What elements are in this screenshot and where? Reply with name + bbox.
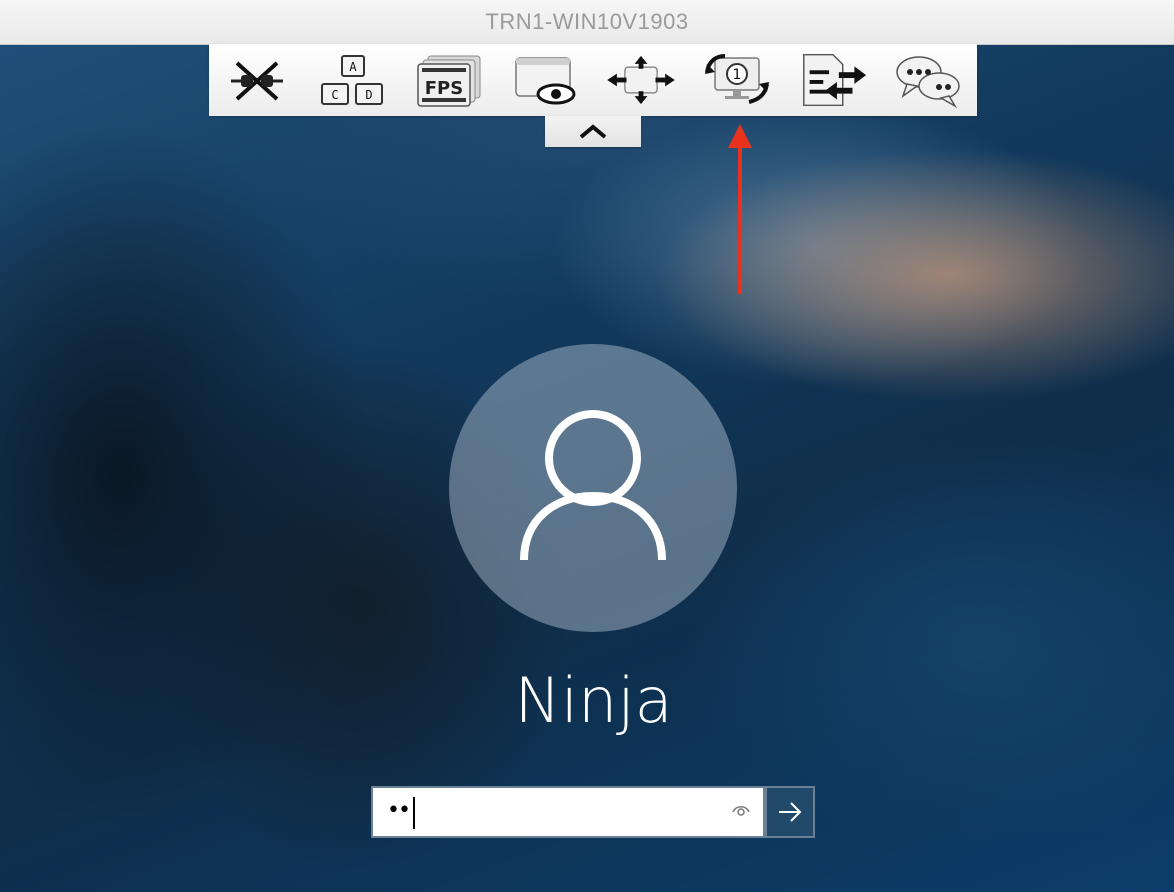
submit-button[interactable]	[765, 786, 815, 838]
reveal-password-icon[interactable]	[731, 802, 751, 818]
view-only-icon	[515, 57, 576, 105]
fps-label: FPS	[425, 78, 463, 99]
resize-arrows-icon	[607, 55, 675, 105]
key-d-label: D	[365, 88, 372, 102]
fps-icon: FPS	[417, 55, 481, 107]
disconnect-icon	[231, 61, 283, 101]
user-icon	[520, 410, 666, 561]
user-avatar	[449, 344, 737, 632]
password-field[interactable]: ••	[371, 786, 765, 838]
send-keys-button[interactable]: A C D	[316, 48, 390, 112]
switch-monitor-button[interactable]: 1	[700, 48, 774, 112]
window-titlebar: TRN1-WIN10V1903	[0, 0, 1174, 45]
username-label: Ninja	[514, 664, 673, 737]
key-c-label: C	[331, 88, 338, 102]
monitor-number: 1	[733, 67, 742, 83]
chat-icon	[896, 56, 960, 108]
file-transfer-button[interactable]	[796, 48, 870, 112]
key-a-label: A	[349, 60, 357, 74]
remote-toolbar: A C D FPS 1	[209, 44, 977, 116]
disconnect-button[interactable]	[220, 48, 294, 112]
window-title: TRN1-WIN10V1903	[485, 9, 689, 34]
arrow-right-icon	[779, 802, 802, 822]
view-only-button[interactable]	[508, 48, 582, 112]
keyboard-keys-icon: A C D	[321, 55, 383, 105]
chat-button[interactable]	[892, 48, 966, 112]
file-transfer-icon	[803, 53, 867, 107]
switch-monitor-icon: 1	[705, 54, 769, 104]
toolbar-collapse-tab[interactable]	[545, 116, 641, 147]
fit-screen-button[interactable]	[604, 48, 678, 112]
chevron-up-icon	[579, 123, 607, 139]
text-caret	[413, 797, 415, 829]
password-value: ••	[387, 798, 411, 823]
fps-button[interactable]: FPS	[412, 48, 486, 112]
annotation-arrow	[728, 124, 752, 294]
